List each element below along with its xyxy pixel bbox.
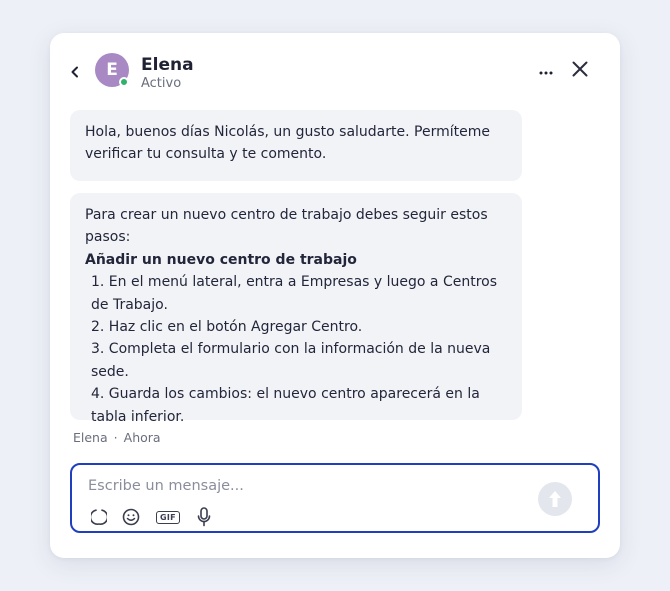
emoji-button[interactable] [122,507,140,527]
microphone-button[interactable] [196,507,212,527]
message-bubble: Para crear un nuevo centro de trabajo de… [70,193,522,425]
chat-header: E Elena Activo [50,33,620,105]
list-item: 2. Haz clic en el botón Agregar Centro. [91,319,363,336]
loading-icon [91,509,107,525]
meta-separator: · [113,430,118,445]
message-bubble: Hola, buenos días Nicolás, un gusto salu… [70,110,522,181]
list-item: 1. En el menú lateral, entra a Empresas … [91,274,498,313]
chevron-left-icon [71,66,78,78]
contact-name: Elena [141,55,194,75]
message-sender: Elena [73,430,108,445]
arrow-up-icon [549,491,561,507]
contact-status: Activo [141,76,182,91]
close-button[interactable] [569,58,591,80]
more-horizontal-icon [539,71,553,75]
close-icon [572,61,588,77]
gif-button[interactable]: GIF [154,507,182,527]
message-text: Hola, buenos días Nicolás, un gusto salu… [85,124,490,163]
microphone-icon [197,507,211,527]
list-item: 4. Guarda los cambios: el nuevo centro a… [91,386,480,425]
message-composer: GIF [70,463,600,533]
avatar-initial: E [106,60,118,80]
send-button[interactable] [538,482,572,516]
chat-window: E Elena Activo Hola, buenos días Nicolás… [50,33,620,558]
back-button[interactable] [66,63,84,81]
gif-icon: GIF [156,510,180,524]
message-intro: Para crear un nuevo centro de trabajo de… [85,207,488,246]
emoji-icon [122,508,140,526]
loading-button[interactable] [90,507,108,527]
message-meta: Elena · Ahora [73,430,161,445]
message-input[interactable] [88,475,508,497]
message-time: Ahora [123,430,161,445]
message-heading: Añadir un nuevo centro de trabajo [85,251,357,268]
more-options-button[interactable] [538,65,554,81]
online-status-dot [119,77,129,87]
list-item: 3. Completa el formulario con la informa… [91,341,491,380]
